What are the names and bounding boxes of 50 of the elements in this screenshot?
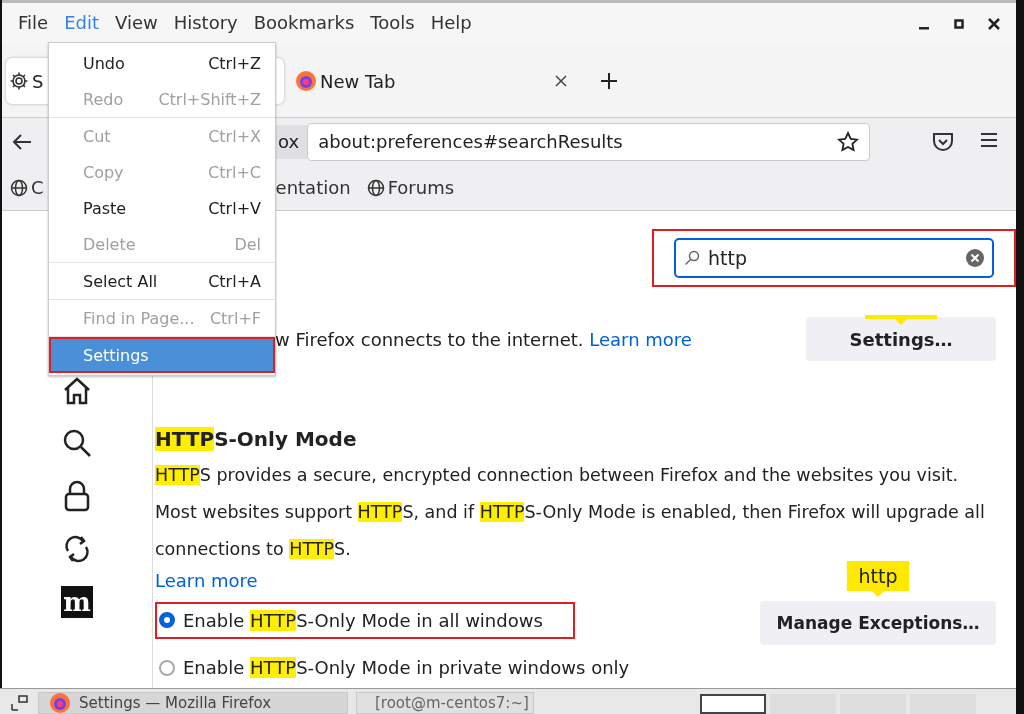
settings-button[interactable]: Settings…	[806, 317, 996, 361]
logo-item[interactable]: m	[61, 586, 93, 618]
home-icon[interactable]	[62, 376, 92, 406]
close-icon[interactable]	[988, 18, 1000, 30]
tab-title: New Tab	[320, 70, 396, 92]
section-heading: HTTPS-Only Mode	[155, 427, 358, 451]
taskbar-window-button[interactable]: [root@m-centos7:~]	[356, 692, 534, 714]
menu-icon[interactable]	[980, 131, 998, 148]
lock-icon[interactable]	[63, 480, 91, 512]
menu-item[interactable]: Undo Ctrl+Z	[49, 45, 275, 81]
maximize-icon[interactable]	[954, 19, 964, 29]
show-desktop-icon[interactable]	[10, 694, 30, 712]
learn-more-link[interactable]: Learn more	[155, 570, 258, 591]
plus-icon[interactable]	[600, 72, 618, 90]
search-icon[interactable]	[62, 428, 92, 458]
menu-bar-item[interactable]: Tools	[362, 3, 423, 45]
firefox-icon	[49, 692, 71, 714]
connection-description: w Firefox connects to the internet. Learn more	[275, 328, 692, 350]
match-tooltip: http	[846, 561, 910, 597]
firefox-icon	[295, 70, 317, 92]
learn-more-link[interactable]: Learn more	[589, 328, 692, 350]
bookmark-link[interactable]: C	[31, 177, 44, 198]
bookmark-link[interactable]: Forums	[387, 177, 455, 198]
menu-bar-item[interactable]: File	[10, 3, 57, 45]
search-field[interactable]: http	[674, 238, 994, 278]
sync-icon[interactable]	[63, 534, 91, 564]
pocket-icon[interactable]	[932, 131, 954, 152]
menu-item[interactable]: Select All Ctrl+A	[49, 263, 275, 299]
workspace-button[interactable]	[700, 694, 766, 714]
bookmark-link[interactable]: entation	[275, 177, 351, 198]
menu-bar-item[interactable]: History	[165, 3, 246, 45]
address-field[interactable]: about:preferences#searchResults	[307, 122, 871, 161]
taskbar-window-button[interactable]: Settings — Mozilla Firefox	[38, 692, 348, 714]
browser-tab[interactable]: New Tab	[292, 58, 570, 104]
radio-button[interactable]	[159, 659, 175, 676]
menu-item[interactable]: Paste Ctrl+V	[49, 190, 275, 226]
star-icon[interactable]	[837, 130, 860, 153]
tab-title: S	[32, 70, 44, 92]
search-icon	[684, 250, 700, 266]
back-arrow-icon[interactable]	[12, 132, 32, 151]
menu-bar-item[interactable]: Bookmarks	[245, 3, 363, 45]
radio-label[interactable]: Enable HTTPS-Only Mode in private windows only	[183, 657, 630, 678]
gear-icon	[9, 71, 29, 91]
close-icon[interactable]	[555, 75, 567, 87]
radio-label[interactable]: Enable HTTPS-Only Mode in all windows	[183, 609, 543, 631]
radio-button[interactable]	[159, 612, 175, 628]
clear-icon[interactable]	[966, 249, 984, 267]
section-description: HTTPS provides a secure, encrypted connection between Firefox and the websites you visit. Most websites support HTTPS, and if HTTPS-Only Mode is enabled, then Firefox will upgrade all connections to HTTPS.	[155, 464, 985, 561]
menu-bar-item[interactable]: View	[107, 3, 166, 45]
menu-bar-item[interactable]: Help	[422, 3, 480, 45]
